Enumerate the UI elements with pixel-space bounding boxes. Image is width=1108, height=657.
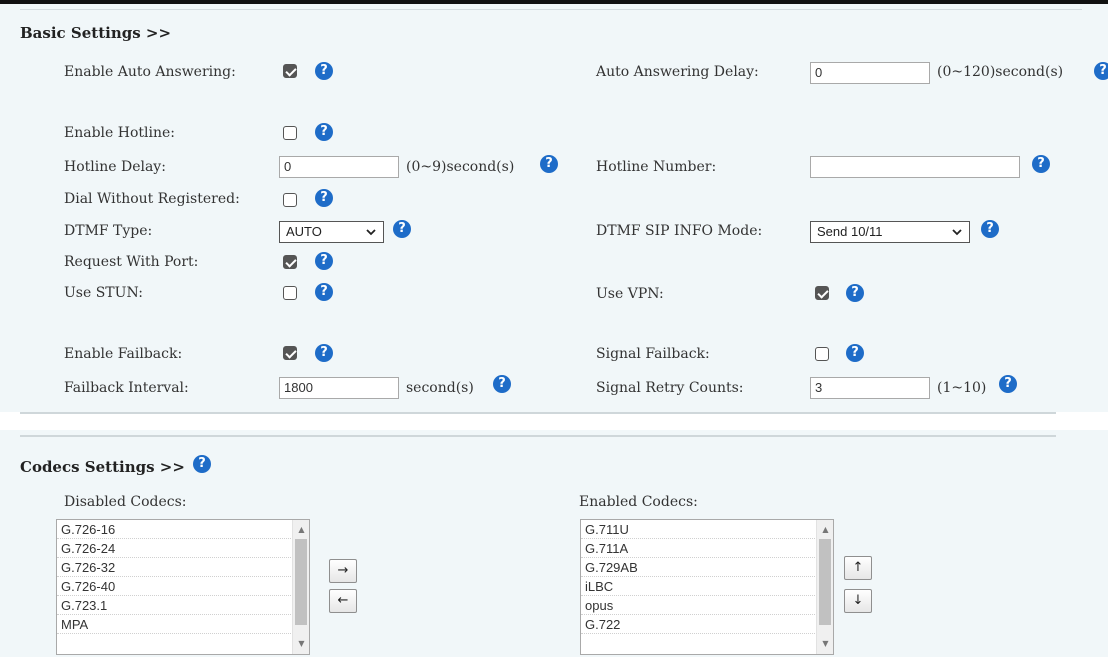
auto-answer-delay-label: Auto Answering Delay: (596, 64, 759, 80)
auto-answer-label: Enable Auto Answering: (64, 64, 236, 80)
scrollbar-thumb[interactable] (295, 539, 307, 625)
request-with-port-checkbox[interactable] (283, 255, 297, 269)
help-icon[interactable]: ? (315, 62, 333, 80)
enable-failback-checkbox[interactable] (283, 346, 297, 360)
scrollbar[interactable]: ▲ ▼ (816, 520, 833, 654)
signal-failback-checkbox[interactable] (815, 347, 829, 361)
scrollbar-thumb[interactable] (819, 539, 831, 625)
enabled-codecs-label: Enabled Codecs: (579, 494, 698, 510)
use-stun-label: Use STUN: (64, 285, 143, 301)
help-icon[interactable]: ? (846, 344, 864, 362)
help-icon[interactable]: ? (393, 220, 411, 238)
signal-retry-counts-unit: (1~10) (937, 380, 987, 396)
scroll-down-icon[interactable]: ▼ (293, 636, 309, 652)
help-icon[interactable]: ? (315, 283, 333, 301)
move-up-button[interactable]: ↑ (844, 556, 872, 580)
signal-retry-counts-input[interactable]: 3 (810, 377, 930, 399)
list-item[interactable]: G.711A (581, 539, 817, 558)
dial-without-registered-label: Dial Without Registered: (64, 191, 240, 207)
move-left-button[interactable]: ← (329, 589, 357, 613)
list-item[interactable]: iLBC (581, 577, 817, 596)
request-with-port-label: Request With Port: (64, 254, 199, 270)
help-icon[interactable]: ? (315, 189, 333, 207)
dial-without-registered-checkbox[interactable] (283, 193, 297, 207)
move-right-button[interactable]: → (329, 559, 357, 583)
help-icon[interactable]: ? (1032, 155, 1050, 173)
codecs-settings-header[interactable]: Codecs Settings >> (20, 458, 185, 476)
list-item[interactable]: G.726-40 (57, 577, 293, 596)
help-icon[interactable]: ? (846, 284, 864, 302)
move-down-button[interactable]: ↓ (844, 589, 872, 613)
basic-settings-header[interactable]: Basic Settings >> (20, 24, 171, 42)
help-icon[interactable]: ? (981, 220, 999, 238)
list-item[interactable]: MPA (57, 615, 293, 634)
dtmf-sip-info-mode-select[interactable]: Send 10/11 (810, 221, 970, 243)
help-icon[interactable]: ? (540, 155, 558, 173)
dtmf-sip-info-mode-label: DTMF SIP INFO Mode: (596, 223, 763, 239)
scroll-up-icon[interactable]: ▲ (817, 522, 833, 538)
enable-failback-label: Enable Failback: (64, 346, 183, 362)
auto-answer-delay-unit: (0~120)second(s) (937, 64, 1064, 80)
help-icon[interactable]: ? (999, 375, 1017, 393)
help-icon[interactable]: ? (493, 375, 511, 393)
divider (20, 435, 1056, 437)
signal-retry-counts-label: Signal Retry Counts: (596, 380, 744, 396)
list-item[interactable]: G.723.1 (57, 596, 293, 615)
list-item[interactable]: G.726-32 (57, 558, 293, 577)
help-icon[interactable]: ? (193, 455, 211, 473)
hotline-checkbox[interactable] (283, 126, 297, 140)
list-item[interactable]: G.722 (581, 615, 817, 634)
signal-failback-label: Signal Failback: (596, 346, 710, 362)
list-item[interactable]: G.711U (581, 520, 817, 539)
dtmf-type-select[interactable]: AUTO (279, 221, 384, 243)
hotline-number-label: Hotline Number: (596, 159, 717, 175)
use-vpn-label: Use VPN: (596, 286, 664, 302)
failback-interval-unit: second(s) (406, 380, 474, 396)
help-icon[interactable]: ? (1094, 62, 1108, 80)
dtmf-sip-info-mode-value: Send 10/11 (817, 224, 883, 239)
list-item[interactable]: G.726-24 (57, 539, 293, 558)
help-icon[interactable]: ? (315, 123, 333, 141)
scrollbar[interactable]: ▲ ▼ (292, 520, 309, 654)
failback-interval-label: Failback Interval: (64, 380, 189, 396)
disabled-codecs-list[interactable]: G.726-16 G.726-24 G.726-32 G.726-40 G.72… (56, 519, 310, 655)
hotline-number-input[interactable] (810, 156, 1020, 178)
auto-answer-checkbox[interactable] (283, 64, 297, 78)
disabled-codecs-label: Disabled Codecs: (64, 494, 187, 510)
enabled-codecs-list[interactable]: G.711U G.711A G.729AB iLBC opus G.722 ▲ … (580, 519, 834, 655)
list-item[interactable]: G.729AB (581, 558, 817, 577)
divider (20, 9, 1082, 10)
hotline-delay-unit: (0~9)second(s) (406, 159, 515, 175)
auto-answer-delay-input[interactable]: 0 (810, 62, 930, 84)
failback-interval-input[interactable]: 1800 (279, 377, 399, 399)
hotline-delay-label: Hotline Delay: (64, 159, 166, 175)
scroll-down-icon[interactable]: ▼ (817, 636, 833, 652)
hotline-label: Enable Hotline: (64, 125, 175, 141)
help-icon[interactable]: ? (315, 252, 333, 270)
divider (20, 412, 1056, 414)
dtmf-type-value: AUTO (286, 224, 322, 239)
list-item[interactable]: opus (581, 596, 817, 615)
use-vpn-checkbox[interactable] (815, 286, 829, 300)
dtmf-type-label: DTMF Type: (64, 223, 153, 239)
chevron-down-icon (952, 229, 962, 236)
chevron-down-icon (366, 229, 376, 236)
list-item[interactable]: G.726-16 (57, 520, 293, 539)
scroll-up-icon[interactable]: ▲ (293, 522, 309, 538)
use-stun-checkbox[interactable] (283, 286, 297, 300)
hotline-delay-input[interactable]: 0 (279, 156, 399, 178)
help-icon[interactable]: ? (315, 344, 333, 362)
